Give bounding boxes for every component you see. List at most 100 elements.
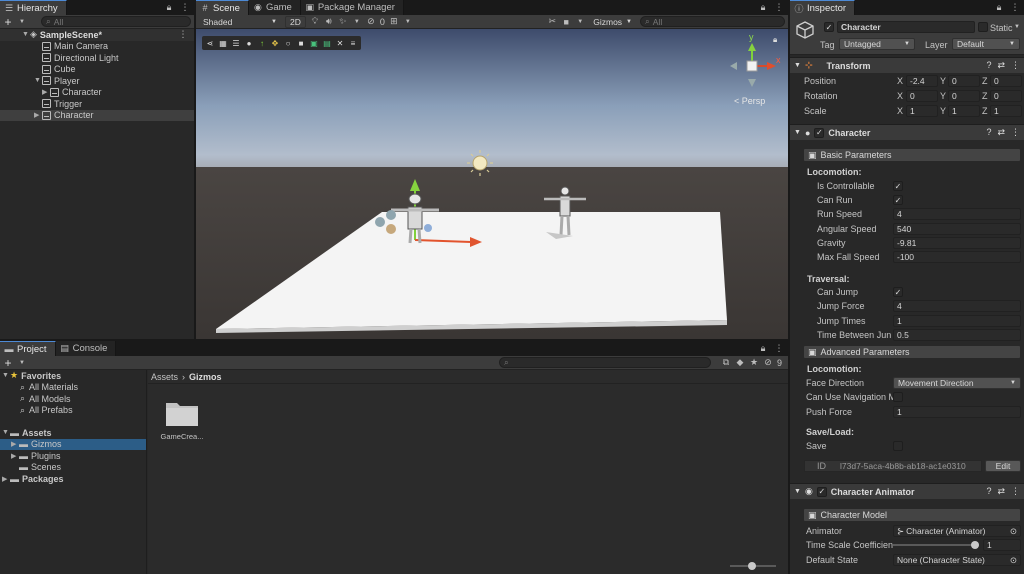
default-state-field[interactable]: None (Character State) ⊙ <box>893 554 1021 566</box>
packages-row[interactable]: ▶ ▬ Packages <box>0 473 146 485</box>
kebab-menu-icon[interactable]: ⋮ <box>180 2 190 13</box>
angular-speed-field[interactable]: 540 <box>893 223 1021 235</box>
animator-object-field[interactable]: ⊱ Character (Animator) ⊙ <box>893 525 1021 537</box>
tab-console[interactable]: ▤ Console <box>55 341 117 356</box>
favorites-all-models[interactable]: ⌕ All Models <box>0 393 146 405</box>
label-icon[interactable]: ◆ <box>735 357 745 368</box>
tab-inspector[interactable]: ⓘ Inspector <box>790 0 856 15</box>
overlay-person-icon[interactable]: ● <box>244 38 254 48</box>
audio-icon[interactable]: 🔊︎ <box>324 16 334 27</box>
lock-icon[interactable]: 🔒︎ <box>758 2 768 13</box>
lock-icon[interactable]: 🔒︎ <box>758 343 768 354</box>
star-icon[interactable]: ★ <box>749 357 759 368</box>
tools-icon[interactable]: ✂ <box>547 16 557 27</box>
can-use-navigation-checkbox[interactable] <box>893 392 903 402</box>
persp-label[interactable]: < Persp <box>734 96 765 106</box>
hierarchy-item-character[interactable]: ▶ Character <box>0 109 194 121</box>
lock-icon[interactable]: 🔒︎ <box>164 2 174 13</box>
hierarchy-item-trigger[interactable]: Trigger <box>0 98 194 110</box>
component-enabled-checkbox[interactable]: ✓ <box>814 127 825 138</box>
overlay-list-icon[interactable]: ☰ <box>231 38 241 48</box>
shading-mode-dropdown[interactable]: Shaded ▼ <box>199 15 281 28</box>
id-edit-button[interactable]: Edit <box>985 460 1021 472</box>
tag-dropdown[interactable]: Untagged ▼ <box>839 38 915 50</box>
favorites-row[interactable]: ▼ ★ Favorites <box>0 370 146 382</box>
component-enabled-checkbox[interactable]: ✓ <box>816 486 827 497</box>
collapse-arrow-icon[interactable]: ▶ <box>42 88 50 96</box>
expand-arrow-icon[interactable]: ▼ <box>34 77 42 84</box>
camera-icon[interactable]: ■ <box>561 17 571 27</box>
max-fall-speed-field[interactable]: -100 <box>893 251 1021 263</box>
hierarchy-search-input[interactable]: ⌕ All <box>41 16 191 27</box>
jump-force-field[interactable]: 4 <box>893 300 1021 312</box>
filter-type-icon[interactable]: ⧉ <box>721 357 731 368</box>
rotation-x-field[interactable]: 0 <box>906 90 938 102</box>
asset-item[interactable]: GameCrea... <box>158 398 206 441</box>
character-component-header[interactable]: ▼ ● ✓ Character ? ⇄ ⋮ <box>790 124 1024 140</box>
zoom-slider[interactable] <box>730 562 776 570</box>
layer-dropdown[interactable]: Default ▼ <box>952 38 1020 50</box>
position-z-field[interactable]: 0 <box>990 75 1022 87</box>
overlay-up-arrow-icon[interactable]: ↑ <box>257 38 267 48</box>
presets-icon[interactable]: ⇄ <box>997 486 1005 497</box>
folder-plugins[interactable]: ▶ ▬ Plugins <box>0 450 146 462</box>
scene-search-input[interactable]: ⌕ All <box>640 16 785 27</box>
overlay-page-icon[interactable]: ▤ <box>322 38 332 48</box>
scene-viewport[interactable]: y x 🔒︎ < Persp ⋖ ▦ ☰ ● ↑ ✥ ○ ■ ▣ ▤ ✕ ≡ <box>196 29 788 339</box>
tab-hierarchy[interactable]: ☰ Hierarchy <box>0 0 67 15</box>
push-force-field[interactable]: 1 <box>893 406 1021 418</box>
overlay-circle-icon[interactable]: ○ <box>283 38 293 48</box>
tab-package-manager[interactable]: ▣ Package Manager <box>300 0 404 15</box>
hierarchy-item-directional-light[interactable]: Directional Light <box>0 52 194 64</box>
overlay-camera-icon[interactable]: ■ <box>296 38 306 48</box>
expand-arrow-icon[interactable]: ▼ <box>2 372 10 379</box>
active-checkbox[interactable]: ✓ <box>824 22 834 32</box>
collapse-arrow-icon[interactable]: ▶ <box>2 475 10 483</box>
effects-icon[interactable]: ✨︎ <box>338 16 348 27</box>
lock-icon[interactable]: 🔒︎ <box>994 2 1004 13</box>
transform-header[interactable]: ▼ ⊹ Transform ? ⇄ ⋮ <box>790 57 1024 73</box>
can-jump-checkbox[interactable]: ✓ <box>893 287 903 297</box>
kebab-menu-icon[interactable]: ⋮ <box>1010 2 1020 13</box>
run-speed-field[interactable]: 4 <box>893 208 1021 220</box>
static-checkbox[interactable] <box>978 22 988 32</box>
rotation-z-field[interactable]: 0 <box>990 90 1022 102</box>
hidden-packages-icon[interactable]: ⊘ <box>763 357 773 368</box>
face-direction-dropdown[interactable]: Movement Direction ▼ <box>893 377 1021 389</box>
assets-row[interactable]: ▼ ▬ Assets <box>0 427 146 439</box>
kebab-menu-icon[interactable]: ⋮ <box>1011 127 1020 138</box>
expand-arrow-icon[interactable]: ▼ <box>22 31 30 38</box>
presets-icon[interactable]: ⇄ <box>997 60 1005 71</box>
project-search-input[interactable]: ⌕ <box>498 357 711 368</box>
time-between-jumps-field[interactable]: 0.5 <box>893 329 1021 341</box>
hierarchy-item-player-character[interactable]: ▶ Character <box>0 87 194 99</box>
object-picker-icon[interactable]: ⊙ <box>1010 555 1017 565</box>
slider-thumb[interactable] <box>971 541 979 549</box>
time-scale-slider[interactable] <box>893 541 979 549</box>
can-run-checkbox[interactable]: ✓ <box>893 195 903 205</box>
gizmos-dropdown[interactable]: Gizmos ▼ <box>589 15 636 28</box>
collapse-arrow-icon[interactable]: ▶ <box>34 111 42 119</box>
chevron-down-icon[interactable]: ▼ <box>575 17 585 27</box>
overlay-move-icon[interactable]: ✥ <box>270 38 280 48</box>
save-checkbox[interactable] <box>893 441 903 451</box>
character-model-section[interactable]: ▣ Character Model <box>804 509 1020 521</box>
scale-z-field[interactable]: 1 <box>990 105 1022 117</box>
overlay-box-icon[interactable]: ▣ <box>309 38 319 48</box>
advanced-parameters-section[interactable]: ▣ Advanced Parameters <box>804 346 1020 358</box>
gravity-field[interactable]: -9.81 <box>893 237 1021 249</box>
tab-scene[interactable]: # Scene <box>196 0 249 15</box>
position-y-field[interactable]: 0 <box>948 75 980 87</box>
tab-project[interactable]: ▬ Project <box>0 341 56 356</box>
favorites-all-materials[interactable]: ⌕ All Materials <box>0 382 146 394</box>
character-animator-header[interactable]: ▼ ◉ ✓ Character Animator ? ⇄ ⋮ <box>790 483 1024 499</box>
overlay-close-icon[interactable]: ✕ <box>335 38 345 48</box>
overlay-menu-icon[interactable]: ≡ <box>348 38 358 48</box>
grid-snap-icon[interactable]: ⊞ <box>389 16 399 27</box>
add-icon[interactable]: + <box>3 15 13 29</box>
chevron-down-icon[interactable]: ▼ <box>17 358 27 368</box>
jump-times-field[interactable]: 1 <box>893 315 1021 327</box>
chevron-down-icon[interactable]: ▼ <box>352 17 362 27</box>
overlay-grid-icon[interactable]: ▦ <box>218 38 228 48</box>
hierarchy-item-main-camera[interactable]: Main Camera <box>0 41 194 53</box>
